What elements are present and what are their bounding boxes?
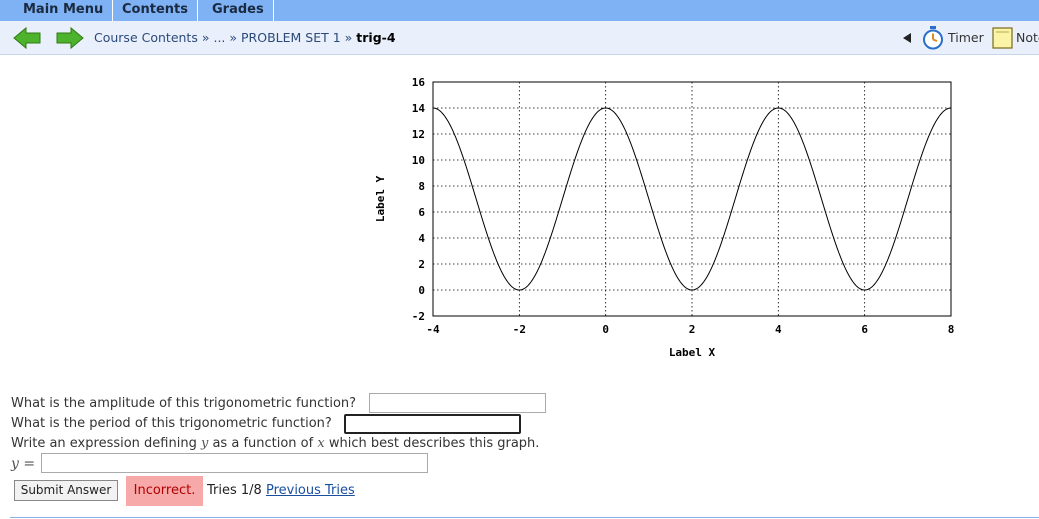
trig-function-plot: -20246810121416-4 -2 0 2 4 6 8 Label X Label Y bbox=[374, 76, 955, 359]
y-tick-label: 12 bbox=[412, 128, 425, 141]
tries-info: Tries 1/8 Previous Tries bbox=[207, 483, 355, 498]
x-tick-label: -4 bbox=[426, 323, 440, 336]
previous-tries-link[interactable]: Previous Tries bbox=[266, 483, 355, 498]
incorrect-status-badge: Incorrect. bbox=[126, 476, 203, 506]
back-arrow-icon[interactable] bbox=[12, 26, 42, 50]
notes-icon[interactable] bbox=[992, 27, 1013, 49]
menu-contents[interactable]: Contents bbox=[113, 0, 198, 21]
breadcrumb-ellipsis[interactable]: ... bbox=[213, 30, 225, 45]
y-tick-label: 0 bbox=[418, 284, 425, 297]
tries-count: Tries 1/8 bbox=[207, 483, 262, 498]
y-tick-label: -2 bbox=[412, 310, 425, 323]
breadcrumb-current: trig-4 bbox=[356, 30, 396, 45]
x-axis-label: Label X bbox=[669, 346, 716, 359]
x-tick-label: -2 bbox=[513, 323, 526, 336]
y-equals-label: y = bbox=[11, 456, 36, 472]
y-tick-label: 8 bbox=[418, 180, 425, 193]
main-menu-bar: Main Menu Contents Grades bbox=[0, 0, 1039, 21]
timer-icon[interactable] bbox=[922, 26, 944, 50]
x-tick-label: 2 bbox=[689, 323, 696, 336]
submit-answer-button[interactable]: Submit Answer bbox=[14, 480, 118, 501]
period-input[interactable] bbox=[344, 414, 521, 434]
y-tick-label: 4 bbox=[418, 232, 425, 245]
x-tick-label: 8 bbox=[948, 323, 955, 336]
expression-input[interactable] bbox=[41, 453, 428, 473]
y-tick-label: 10 bbox=[412, 154, 425, 167]
breadcrumb-problem-set[interactable]: PROBLEM SET 1 bbox=[241, 30, 341, 45]
bottom-divider bbox=[10, 517, 1039, 518]
x-tick-label: 4 bbox=[775, 323, 782, 336]
menu-grades[interactable]: Grades bbox=[203, 0, 274, 21]
amplitude-input[interactable] bbox=[369, 393, 546, 413]
y-tick-label: 16 bbox=[412, 76, 426, 89]
y-tick-label: 14 bbox=[412, 102, 426, 115]
notes-label[interactable]: Note bbox=[1016, 21, 1039, 55]
breadcrumb: Course Contents » ... » PROBLEM SET 1 » … bbox=[94, 30, 396, 45]
collapse-left-icon[interactable] bbox=[903, 33, 912, 43]
y-axis-label: Label Y bbox=[374, 175, 387, 222]
forward-arrow-icon[interactable] bbox=[55, 26, 85, 50]
y-tick-label: 2 bbox=[418, 258, 425, 271]
question-period: What is the period of this trigonometric… bbox=[11, 416, 332, 431]
y-tick-label: 6 bbox=[418, 206, 425, 219]
navigation-bar: Course Contents » ... » PROBLEM SET 1 » … bbox=[0, 21, 1039, 55]
x-tick-label: 6 bbox=[861, 323, 868, 336]
question-expression: Write an expression defining y as a func… bbox=[11, 436, 540, 451]
question-amplitude: What is the amplitude of this trigonomet… bbox=[11, 396, 357, 411]
breadcrumb-course-contents[interactable]: Course Contents bbox=[94, 30, 198, 45]
x-tick-label: 0 bbox=[602, 323, 609, 336]
timer-label[interactable]: Timer bbox=[948, 21, 984, 55]
menu-main-menu[interactable]: Main Menu bbox=[13, 0, 114, 21]
